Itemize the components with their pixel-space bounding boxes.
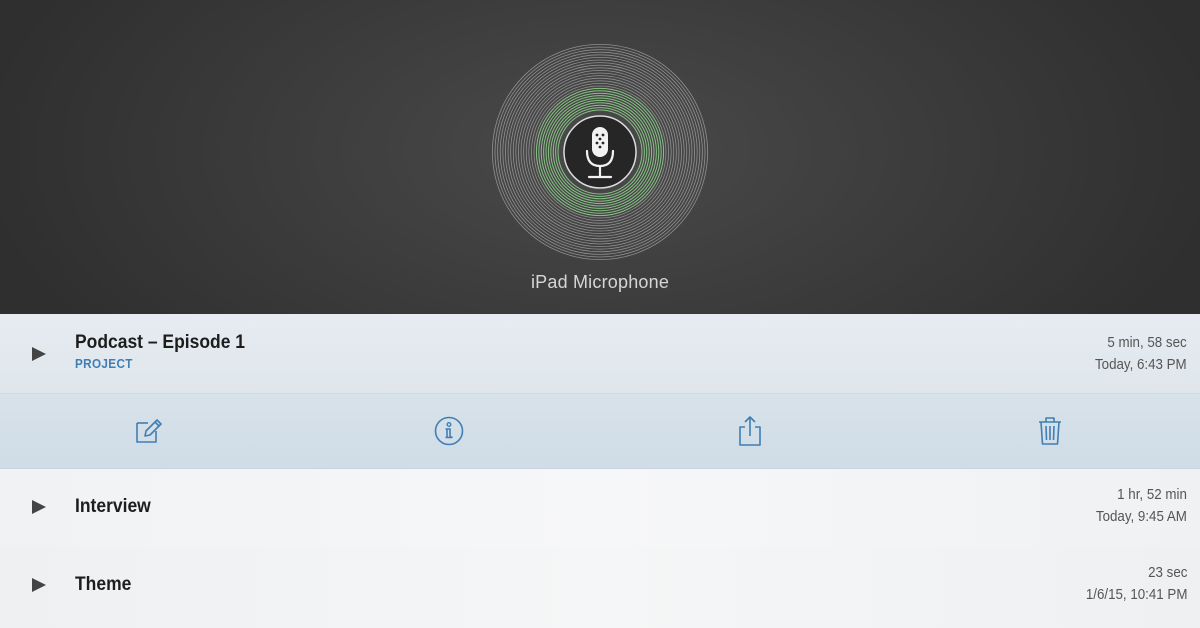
recordings-list: Podcast – Episode 1 PROJECT 5 min, 58 se… bbox=[0, 314, 1200, 628]
play-icon[interactable] bbox=[32, 347, 46, 361]
list-item[interactable]: Podcast – Episode 1 PROJECT 5 min, 58 se… bbox=[0, 314, 1200, 394]
list-item[interactable]: Theme 23 sec 1/6/15, 10:41 PM bbox=[0, 547, 1200, 628]
play-icon[interactable] bbox=[32, 500, 46, 514]
info-icon bbox=[434, 416, 464, 446]
input-source-label[interactable]: iPad Microphone bbox=[0, 272, 1200, 293]
list-item[interactable]: Interview 1 hr, 52 min Today, 9:45 AM bbox=[0, 469, 1200, 547]
recording-duration: 23 sec bbox=[1147, 565, 1187, 581]
edit-icon bbox=[136, 419, 162, 443]
recording-meta: 5 min, 58 sec Today, 6:43 PM bbox=[1095, 332, 1187, 376]
edit-button[interactable] bbox=[131, 414, 165, 448]
level-meter-rings bbox=[492, 44, 708, 260]
recording-title: Theme bbox=[75, 574, 132, 595]
recording-duration: 1 hr, 52 min bbox=[1117, 487, 1187, 503]
record-button[interactable] bbox=[490, 43, 710, 263]
share-icon bbox=[739, 416, 761, 446]
info-button[interactable] bbox=[432, 414, 466, 448]
recording-title: Podcast – Episode 1 bbox=[75, 332, 246, 353]
play-icon[interactable] bbox=[32, 578, 46, 592]
trash-icon bbox=[1039, 417, 1061, 445]
recording-date: Today, 6:43 PM bbox=[1095, 357, 1187, 373]
recording-meta: 23 sec 1/6/15, 10:41 PM bbox=[1085, 562, 1187, 606]
recording-date: 1/6/15, 10:41 PM bbox=[1085, 587, 1187, 603]
recording-date: Today, 9:45 AM bbox=[1096, 509, 1187, 525]
delete-button[interactable] bbox=[1033, 414, 1067, 448]
share-button[interactable] bbox=[733, 414, 767, 448]
recording-actions-bar bbox=[0, 394, 1200, 469]
recording-duration: 5 min, 58 sec bbox=[1107, 335, 1187, 351]
recording-title: Interview bbox=[75, 496, 151, 517]
recorder-panel: iPad Microphone bbox=[0, 0, 1200, 314]
recording-meta: 1 hr, 52 min Today, 9:45 AM bbox=[1096, 484, 1187, 528]
recording-type-badge: PROJECT bbox=[75, 356, 133, 371]
